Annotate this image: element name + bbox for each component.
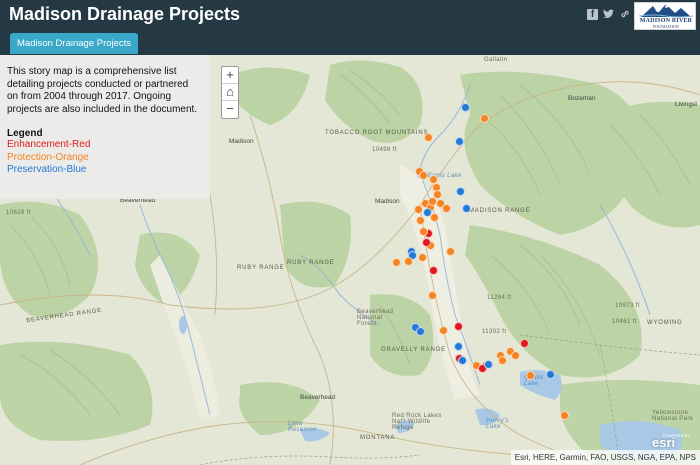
project-marker[interactable] (418, 170, 428, 180)
project-marker[interactable] (455, 186, 465, 196)
legend-item-protection: Protection-Orange (7, 151, 89, 163)
home-button[interactable]: ⌂ (222, 84, 238, 101)
tab-madison-drainage-projects[interactable]: Madison Drainage Projects (10, 33, 139, 54)
project-marker[interactable] (391, 257, 401, 267)
map-label-yellowstone: Yellowstone National Park (652, 410, 694, 422)
project-marker[interactable] (497, 355, 507, 365)
zoom-in-button[interactable]: + (222, 67, 238, 84)
project-marker[interactable] (453, 341, 463, 351)
facebook-icon[interactable]: f (587, 9, 598, 20)
logo-line-2: FOUNDATION (653, 24, 679, 29)
esri-logo[interactable]: esri (652, 435, 675, 450)
app-title: Madison Drainage Projects (9, 4, 241, 24)
map-label-gravelly-range: GRAVELLY RANGE (381, 347, 446, 353)
project-marker[interactable] (438, 325, 448, 335)
map-label-elev-11302: 11302 ft (482, 329, 507, 335)
map-label-beaverhead-2: Beaverhead (300, 394, 336, 401)
project-marker[interactable] (423, 132, 433, 142)
app-header: Madison Drainage Projects f MADISON RIVE… (0, 0, 700, 55)
map-label-elev-10973: 10973 ft (615, 303, 640, 309)
project-marker[interactable] (415, 215, 425, 225)
project-marker[interactable] (483, 359, 493, 369)
map-label-gallatin: Gallatin (484, 57, 508, 63)
map-view[interactable]: Gallatin Bozeman Livingst TOBACCO ROOT M… (0, 55, 700, 465)
project-marker[interactable] (415, 326, 425, 336)
project-marker[interactable] (479, 113, 489, 123)
project-marker[interactable] (454, 136, 464, 146)
map-label-red-rock: Red Rock Lakes Nat'l Wildlife Refuge (392, 413, 442, 431)
project-marker[interactable] (403, 256, 413, 266)
map-label-madison-range: MADISON RANGE (469, 208, 531, 214)
map-label-henrys-lake: Henry's Lake (486, 418, 509, 430)
link-icon[interactable] (619, 9, 630, 20)
map-label-montana: MONTANA (360, 435, 396, 441)
project-marker[interactable] (421, 237, 431, 247)
zoom-out-button[interactable]: − (222, 101, 238, 118)
project-marker[interactable] (427, 290, 437, 300)
map-label-madison-2: Madison (375, 198, 400, 205)
map-zoom-controls: + ⌂ − (221, 66, 239, 119)
map-label-madison-1: Madison (229, 138, 254, 145)
project-marker[interactable] (545, 369, 555, 379)
map-label-elev-10498: 10498 ft (372, 147, 397, 153)
legend-panel: This story map is a comprehensive list d… (0, 55, 210, 199)
map-label-bozeman: Bozeman (568, 95, 596, 102)
map-label-elev-10626: 10626 ft (6, 210, 31, 216)
share-icons: f (587, 9, 630, 20)
project-marker[interactable] (460, 102, 470, 112)
project-marker[interactable] (510, 350, 520, 360)
project-marker[interactable] (457, 355, 467, 365)
map-label-wyoming: WYOMING (647, 320, 683, 326)
description-text: This story map is a comprehensive list d… (7, 66, 198, 115)
project-marker[interactable] (418, 226, 428, 236)
legend-item-enhancement: Enhancement-Red (7, 139, 91, 151)
project-marker[interactable] (429, 212, 439, 222)
map-label-elev-11284: 11284 ft (487, 295, 512, 301)
map-attribution[interactable]: Esri, HERE, Garmin, FAO, USGS, NGA, EPA,… (510, 450, 700, 465)
map-label-lima-reservoir: Lima Reservoir (288, 421, 318, 433)
project-marker[interactable] (428, 265, 438, 275)
map-label-elev-10461: 10461 ft (612, 319, 637, 325)
map-label-tobacco-root: TOBACCO ROOT MOUNTAINS (325, 130, 429, 136)
map-label-ruby-range: RUBY RANGE (287, 260, 335, 266)
twitter-icon[interactable] (603, 9, 614, 20)
project-marker[interactable] (525, 370, 535, 380)
legend-item-preservation: Preservation-Blue (7, 164, 87, 176)
map-label-ruby-range-2: RUBY RANGE (237, 265, 285, 271)
project-marker[interactable] (453, 321, 463, 331)
project-marker[interactable] (441, 203, 451, 213)
project-marker[interactable] (417, 252, 427, 262)
project-marker[interactable] (559, 410, 569, 420)
madison-river-foundation-logo[interactable]: MADISON RIVER FOUNDATION (634, 2, 696, 30)
legend-title: Legend (7, 128, 43, 140)
map-label-beaverhead-forest: Beaverhead National Forest (357, 309, 394, 327)
project-marker[interactable] (445, 246, 455, 256)
map-label-livingston: Livingst (675, 101, 698, 108)
project-marker[interactable] (519, 338, 529, 348)
project-marker[interactable] (461, 203, 471, 213)
